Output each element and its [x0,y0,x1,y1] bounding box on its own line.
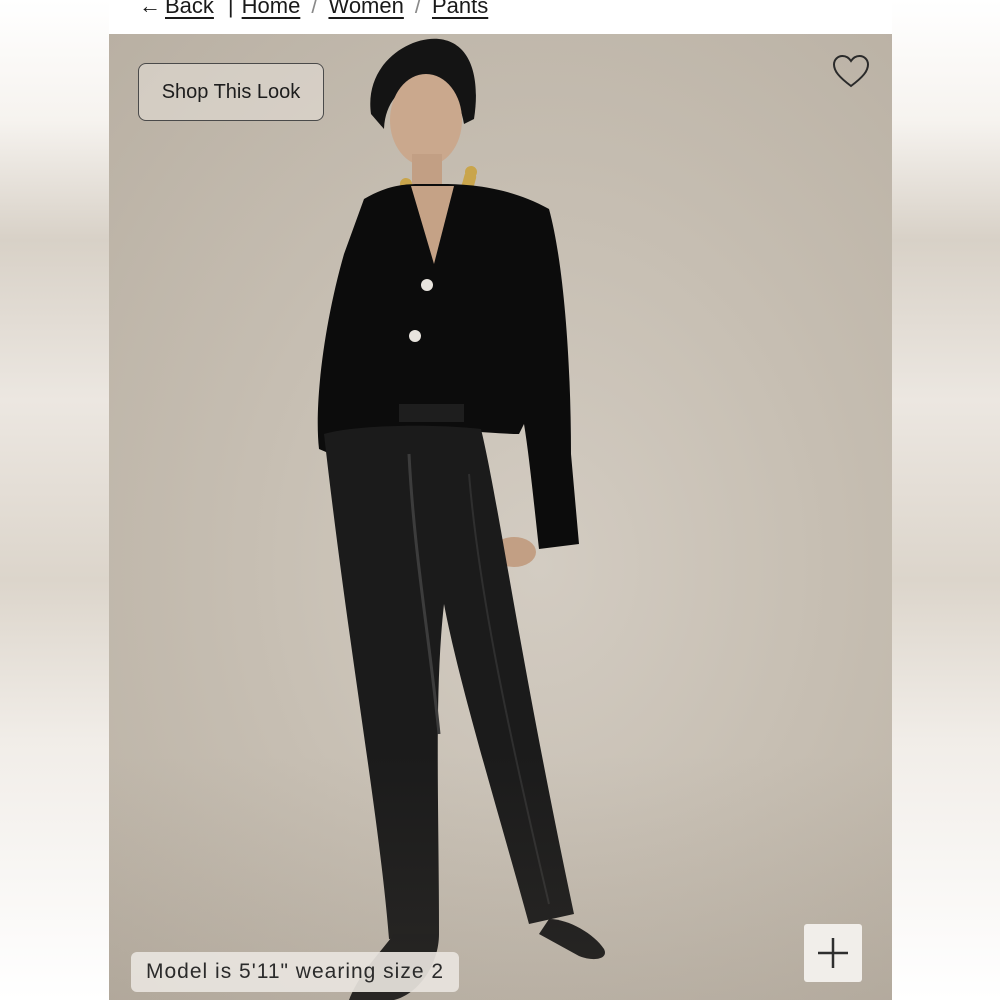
back-link[interactable]: Back [165,0,214,19]
expand-button[interactable] [804,924,862,982]
breadcrumb-home[interactable]: Home [242,0,301,19]
breadcrumb-separator: / [311,0,318,18]
product-photo[interactable]: Shop This Look Model is 5'11" wearing si… [109,34,892,1000]
plus-icon [818,938,848,968]
heart-icon[interactable] [831,52,871,92]
breadcrumb-divider: | [227,0,234,18]
breadcrumb-pants[interactable]: Pants [432,0,488,19]
breadcrumb-separator: / [414,0,421,18]
product-image-card: ← Back | Home / Women / Pants Shop This … [109,0,892,1000]
breadcrumb-row: ← Back | Home / Women / Pants [139,0,488,19]
arrow-left-icon[interactable]: ← [139,0,161,19]
shop-this-look-button[interactable]: Shop This Look [138,63,324,121]
breadcrumb: ← Back | Home / Women / Pants [109,0,892,34]
right-backdrop [892,0,1000,1000]
left-backdrop [0,0,109,1000]
model-size-note: Model is 5'11" wearing size 2 [131,952,460,992]
breadcrumb-women[interactable]: Women [328,0,403,19]
